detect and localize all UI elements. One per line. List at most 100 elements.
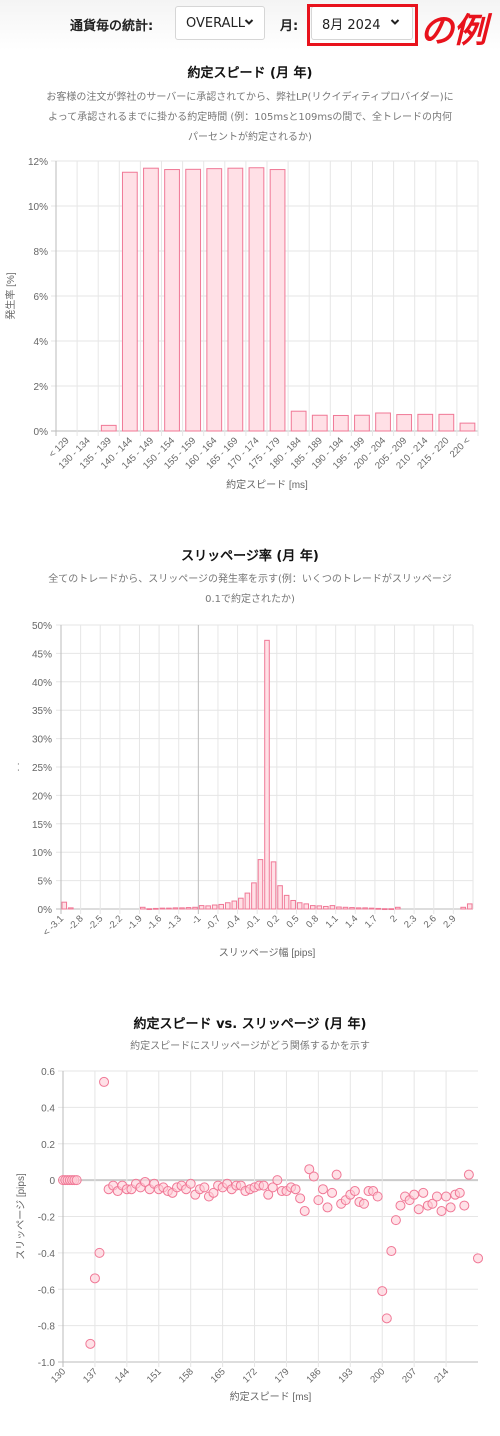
annotation-label: の例: [420, 11, 487, 51]
bar: [206, 168, 223, 432]
bar: [179, 907, 185, 910]
bar: [164, 169, 180, 432]
bar: [316, 905, 323, 910]
bar: [329, 905, 336, 910]
x-tick-label: 0.8: [304, 913, 321, 930]
data-point: [390, 1215, 401, 1226]
y-tick-label: 4%: [34, 337, 49, 348]
data-point: [89, 1273, 100, 1284]
bar: [227, 167, 244, 432]
x-tick-label: 165: [209, 1366, 228, 1385]
chevron-down-icon: [244, 19, 254, 25]
bar: [251, 882, 257, 910]
bar: [248, 167, 265, 432]
data-point: [322, 1202, 333, 1213]
x-tick-label: 130: [49, 1366, 68, 1385]
slippage-chart-description: 全てのトレードから、スリッページの発生率を示す(例：いくつのトレードがスリッペー…: [20, 570, 480, 610]
scatter-chart-title: 約定スピード vs. スリッページ (月 年): [133, 1017, 367, 1032]
data-point: [358, 1198, 369, 1209]
description-line: 約定スピードにスリッページがどう関係するかを示す: [130, 1041, 370, 1052]
bar: [375, 907, 381, 910]
data-point: [85, 1338, 96, 1349]
y-tick-label: -0.4: [38, 1249, 56, 1260]
bar: [218, 903, 225, 910]
y-tick-label: 6%: [34, 292, 49, 303]
bar: [303, 903, 310, 910]
bar: [61, 901, 68, 910]
data-point: [290, 1184, 301, 1195]
bar: [388, 908, 395, 911]
data-point: [295, 1193, 306, 1204]
currency-select[interactable]: OVERALL: [175, 6, 265, 40]
x-tick-label: 200: [368, 1366, 387, 1385]
bar: [270, 861, 277, 910]
bar: [290, 899, 296, 910]
bar: [309, 905, 316, 910]
x-tick-label: 151: [145, 1366, 164, 1385]
data-point: [299, 1206, 310, 1217]
y-axis-title: · ·: [13, 762, 24, 771]
stats-label: 通貨毎の統計:: [70, 19, 154, 34]
x-tick-label: -0.7: [204, 913, 223, 932]
x-axis-title: 約定スピード [ms]: [230, 1390, 312, 1403]
bar: [172, 907, 179, 910]
data-point: [185, 1178, 196, 1189]
data-point: [473, 1253, 483, 1264]
data-point: [327, 1187, 338, 1198]
x-tick-label: 144: [113, 1366, 132, 1385]
bar: [205, 905, 211, 910]
bar: [244, 892, 251, 910]
data-point: [349, 1186, 360, 1197]
y-tick-label: 40%: [32, 678, 52, 689]
y-tick-label: -0.2: [38, 1213, 56, 1224]
bar: [336, 906, 342, 910]
bar: [368, 907, 375, 910]
data-point: [395, 1200, 406, 1211]
bar: [342, 906, 349, 910]
data-point: [436, 1206, 447, 1217]
x-tick-label: -1.3: [164, 913, 183, 932]
x-tick-label: 207: [400, 1366, 419, 1385]
bar: [153, 907, 159, 910]
data-point: [454, 1187, 465, 1198]
data-point: [317, 1184, 328, 1195]
y-tick-label: 0%: [34, 427, 49, 438]
bar: [362, 907, 368, 910]
data-point: [331, 1169, 342, 1180]
x-tick-label: 1.4: [343, 913, 360, 930]
bar: [290, 410, 307, 432]
x-tick-label: 172: [241, 1366, 260, 1385]
description-line: 0.1で約定されたか): [205, 594, 295, 605]
x-axis-title: スリッページ幅 [pips]: [219, 946, 316, 959]
speed-chart-description: お客様の注文が弊社のサーバーに承認されてから、弊社LP(リクイディティプロバイダ…: [20, 88, 480, 148]
x-tick-label: -1.9: [125, 913, 144, 932]
bar: [417, 413, 434, 432]
description-line: よって承認されるまでに掛かる約定時間 (例：105msと109msの間で、全トレ…: [48, 112, 452, 123]
data-point: [258, 1180, 269, 1191]
bar: [100, 424, 117, 432]
bar: [192, 906, 198, 910]
bar: [296, 902, 303, 910]
y-tick-label: 30%: [32, 735, 52, 746]
bar: [459, 422, 476, 432]
bar: [139, 906, 146, 910]
x-tick-label: 186: [305, 1366, 324, 1385]
x-tick-label: 214: [432, 1366, 451, 1385]
scatter-chart: 0.6 0.4 0.2 0 -0.2 -0.4 -0.6 -0.8 -1.0130 137 144 1…: [16, 1067, 483, 1403]
x-tick-label: 2.6: [422, 913, 439, 930]
speed-chart: 0%2%4%6%8%10%12%< 129130 - 134135 - 1391…: [4, 157, 479, 491]
data-point: [71, 1175, 82, 1186]
speed-chart-title: 約定スピード (月 年): [187, 66, 313, 81]
data-point: [413, 1204, 424, 1215]
y-tick-label: 15%: [32, 820, 52, 831]
bar: [211, 904, 218, 910]
bar: [395, 906, 401, 910]
x-axis-title: 約定スピード [ms]: [226, 478, 308, 491]
x-tick-label: 137: [81, 1366, 100, 1385]
bar: [323, 905, 329, 910]
slippage-chart-title: スリッページ率 (月 年): [181, 549, 319, 564]
x-tick-label: -2.8: [66, 913, 85, 932]
y-tick-label: -1.0: [38, 1358, 56, 1369]
y-tick-label: 0%: [38, 905, 53, 916]
y-tick-label: 50%: [32, 621, 52, 632]
